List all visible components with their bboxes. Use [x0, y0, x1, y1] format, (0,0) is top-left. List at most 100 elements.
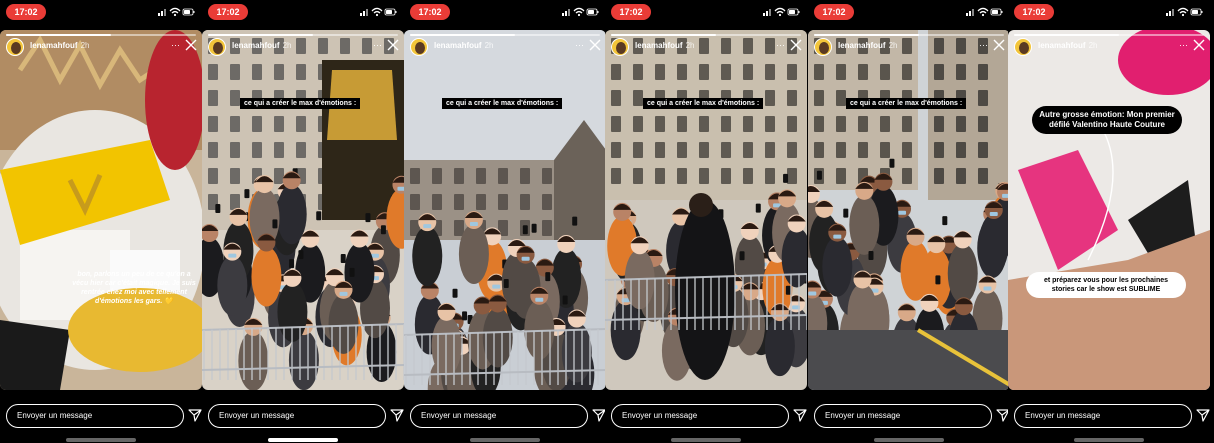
message-input[interactable]: Envoyer un message	[611, 404, 789, 428]
avatar-face	[616, 42, 626, 54]
story-age: 2h	[484, 41, 494, 50]
close-icon[interactable]	[992, 38, 1006, 52]
story-photo-canvas	[1008, 30, 1210, 390]
username-text: lenamahfouf	[838, 41, 886, 50]
username[interactable]: lenamahfouf 2h	[635, 41, 694, 50]
more-icon[interactable]: ···	[979, 40, 988, 50]
home-indicator	[268, 438, 338, 442]
wifi-icon	[1177, 7, 1189, 17]
more-icon[interactable]: ···	[171, 40, 180, 50]
more-icon[interactable]: ···	[373, 40, 382, 50]
signal-icon	[562, 9, 570, 16]
more-icon[interactable]: ···	[575, 40, 584, 50]
story-age: 2h	[282, 41, 292, 50]
story-progress-fill	[611, 34, 716, 36]
story-photo-canvas	[0, 30, 202, 390]
avatar-face	[11, 42, 21, 54]
system-icons	[360, 7, 397, 17]
story-panel-3[interactable]: 17:02 lenamahfouf 2h ··· Envoyer un mess…	[404, 0, 606, 443]
send-icon[interactable]	[1196, 408, 1210, 422]
status-time: 17:02	[1014, 4, 1054, 20]
username[interactable]: lenamahfouf 2h	[838, 41, 897, 50]
story-progress-bar	[410, 34, 600, 36]
close-icon[interactable]	[184, 38, 198, 52]
more-icon[interactable]: ···	[1179, 40, 1188, 50]
avatar-face	[819, 42, 829, 54]
story-panel-5[interactable]: 17:02 lenamahfouf 2h ··· Envoyer un mess…	[808, 0, 1010, 443]
story-photo[interactable]	[1008, 30, 1210, 390]
story-caption: ce qui a créer le max d'émotions :	[846, 98, 967, 109]
send-icon[interactable]	[793, 408, 807, 422]
story-progress-bar	[6, 34, 196, 36]
status-time: 17:02	[208, 4, 248, 20]
story-progress-bar	[814, 34, 1004, 36]
story-photo[interactable]	[0, 30, 202, 390]
story-header: lenamahfouf 2h ···	[1014, 38, 1206, 58]
username-text: lenamahfouf	[232, 41, 280, 50]
send-icon[interactable]	[188, 408, 202, 422]
signal-icon	[763, 9, 771, 16]
signal-icon	[158, 9, 166, 16]
message-input[interactable]: Envoyer un message	[410, 404, 588, 428]
avatar[interactable]	[611, 38, 629, 56]
avatar[interactable]	[6, 38, 24, 56]
username[interactable]: lenamahfouf 2h	[30, 41, 89, 50]
story-panel-6[interactable]: 17:02 lenamahfouf 2h ··· Envoyer un mess…	[1008, 0, 1210, 443]
battery-icon	[586, 8, 599, 16]
signal-icon	[1166, 9, 1174, 16]
message-input[interactable]: Envoyer un message	[6, 404, 184, 428]
home-indicator	[470, 438, 540, 442]
battery-icon	[1190, 8, 1203, 16]
send-icon[interactable]	[390, 408, 404, 422]
story-header: lenamahfouf 2h ···	[6, 38, 198, 58]
username[interactable]: lenamahfouf 2h	[232, 41, 291, 50]
status-bar: 17:02	[0, 0, 202, 24]
story-text: bon, parlons un peu de ce qu'on a vécu h…	[72, 271, 196, 306]
wifi-icon	[371, 7, 383, 17]
story-progress-bar	[1014, 34, 1204, 36]
close-icon[interactable]	[1192, 38, 1206, 52]
send-icon[interactable]	[592, 408, 606, 422]
story-caption: ce qui a créer le max d'émotions :	[240, 98, 361, 109]
signal-icon	[966, 9, 974, 16]
system-icons	[763, 7, 800, 17]
status-time: 17:02	[814, 4, 854, 20]
message-input[interactable]: Envoyer un message	[1014, 404, 1192, 428]
close-icon[interactable]	[789, 38, 803, 52]
story-photo[interactable]	[605, 30, 807, 390]
signal-icon	[360, 9, 368, 16]
message-placeholder: Envoyer un message	[17, 411, 93, 420]
story-panel-4[interactable]: 17:02 lenamahfouf 2h ··· Envoyer un mess…	[605, 0, 807, 443]
message-input[interactable]: Envoyer un message	[814, 404, 992, 428]
story-bubble-bottom: et préparez vous pour les prochaines sto…	[1026, 272, 1186, 299]
message-input[interactable]: Envoyer un message	[208, 404, 386, 428]
avatar[interactable]	[814, 38, 832, 56]
battery-icon	[990, 8, 1003, 16]
username[interactable]: lenamahfouf 2h	[434, 41, 493, 50]
story-panel-2[interactable]: 17:02 lenamahfouf 2h ··· Envoyer un mess…	[202, 0, 404, 443]
avatar[interactable]	[1014, 38, 1032, 56]
story-photo[interactable]	[404, 30, 606, 390]
story-bubble-top: Autre grosse émotion: Mon premier défilé…	[1032, 106, 1182, 134]
more-icon[interactable]: ···	[776, 40, 785, 50]
close-icon[interactable]	[386, 38, 400, 52]
username-text: lenamahfouf	[1038, 41, 1086, 50]
story-progress-fill	[410, 34, 515, 36]
story-panel-1[interactable]: 17:02 lenamahfouf 2h ··· Envoyer un mess…	[0, 0, 202, 443]
story-caption: ce qui a créer le max d'émotions :	[643, 98, 764, 109]
stories-strip: 17:02 lenamahfouf 2h ··· Envoyer un mess…	[0, 0, 1214, 443]
username[interactable]: lenamahfouf 2h	[1038, 41, 1097, 50]
story-photo-canvas	[202, 30, 404, 390]
avatar[interactable]	[208, 38, 226, 56]
story-photo[interactable]	[808, 30, 1010, 390]
system-icons	[158, 7, 195, 17]
username-text: lenamahfouf	[30, 41, 78, 50]
status-bar: 17:02	[1008, 0, 1210, 24]
status-bar: 17:02	[404, 0, 606, 24]
story-photo[interactable]	[202, 30, 404, 390]
close-icon[interactable]	[588, 38, 602, 52]
story-photo-canvas	[404, 30, 606, 390]
battery-icon	[384, 8, 397, 16]
avatar[interactable]	[410, 38, 428, 56]
status-time: 17:02	[410, 4, 450, 20]
